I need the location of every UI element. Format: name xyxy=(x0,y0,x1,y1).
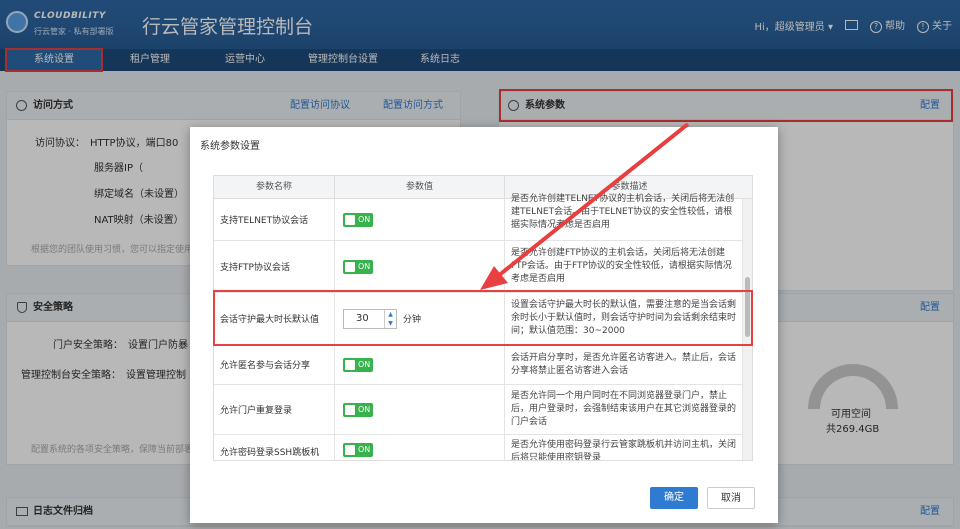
system-params-modal: 系统参数设置 参数名称 参数值 参数描述 支持TELNET协议会话 ON 是否允… xyxy=(190,127,778,523)
confirm-button[interactable]: 确定 xyxy=(650,487,698,509)
session-duration-input[interactable]: 30 ▲ ▼ xyxy=(343,308,397,329)
ftp-toggle[interactable]: ON xyxy=(343,259,373,274)
table-scrollbar[interactable] xyxy=(742,199,752,460)
cancel-button[interactable]: 取消 xyxy=(707,487,755,509)
param-name: 允许密码登录SSH跳板机 xyxy=(214,435,335,460)
repeat-login-toggle[interactable]: ON xyxy=(343,402,373,417)
telnet-toggle[interactable]: ON xyxy=(343,212,373,227)
param-value-cell: ON xyxy=(335,241,505,292)
table-row: 会话守护最大时长默认值 30 ▲ ▼ 分钟 设置会话守护最大时长的默认值，需要注意… xyxy=(214,293,742,345)
table-row: 允许门户重复登录 ON 是否允许同一个用户同时在不同浏览器登录门户，禁止后，用户… xyxy=(214,385,742,435)
param-desc: 是否允许创建TELNET协议的主机会话，关闭后将无法创建TELNET会话。由于T… xyxy=(505,194,742,240)
ssh-password-toggle[interactable]: ON xyxy=(343,443,373,457)
anon-share-toggle[interactable]: ON xyxy=(343,357,373,372)
duration-unit: 分钟 xyxy=(403,315,422,325)
table-row: 允许密码登录SSH跳板机 ON 是否允许使用密码登录行云管家跳板机并访问主机，关… xyxy=(214,435,742,461)
param-value-cell: ON xyxy=(335,199,505,240)
session-duration-value: 30 xyxy=(356,312,369,324)
param-value-cell: ON xyxy=(335,385,505,434)
param-name: 允许门户重复登录 xyxy=(214,385,335,434)
params-table: 参数名称 参数值 参数描述 支持TELNET协议会话 ON 是否允许创建TELN… xyxy=(213,175,753,461)
param-desc: 会话开启分享时，是否允许匿名访客进入。禁止后，会话分享将禁止匿名访客进入会话 xyxy=(511,352,737,376)
col-param-value: 参数值 xyxy=(335,176,505,199)
param-desc: 是否允许使用密码登录行云管家跳板机并访问主机，关闭后将只能使用密钥登录 xyxy=(511,440,737,461)
param-name: 支持TELNET协议会话 xyxy=(214,199,335,240)
param-desc: 是否允许创建FTP协议的主机会话，关闭后将无法创建FTP会话。由于FTP协议的安… xyxy=(511,248,732,284)
param-value-cell: ON xyxy=(335,435,505,460)
param-name: 会话守护最大时长默认值 xyxy=(214,293,335,344)
table-row: 支持TELNET协议会话 ON 是否允许创建TELNET协议的主机会话，关闭后将… xyxy=(214,194,742,241)
param-value-cell: 30 ▲ ▼ 分钟 xyxy=(335,293,505,344)
table-row: 支持FTP协议会话 ON 是否允许创建FTP协议的主机会话，关闭后将无法创建FT… xyxy=(214,241,742,293)
param-name: 允许匿名参与会话分享 xyxy=(214,345,335,384)
modal-title: 系统参数设置 xyxy=(200,141,260,152)
param-desc: 是否允许同一个用户同时在不同浏览器登录门户，禁止后，用户登录时，会强制结束该用户… xyxy=(511,391,737,427)
param-desc-text: 是否允许创建TELNET协议的主机会话，关闭后将无法创建TELNET会话。由于T… xyxy=(511,194,735,230)
param-value-cell: ON xyxy=(335,345,505,384)
param-name: 支持FTP协议会话 xyxy=(214,241,335,292)
scrollbar-thumb[interactable] xyxy=(745,277,750,337)
stepper-icon[interactable]: ▲ ▼ xyxy=(384,309,396,328)
col-param-name: 参数名称 xyxy=(214,176,335,199)
table-row: 允许匿名参与会话分享 ON 会话开启分享时，是否允许匿名访客进入。禁止后，会话分… xyxy=(214,345,742,385)
param-desc: 设置会话守护最大时长的默认值，需要注意的是当会话剩余时长小于默认值时，则会话守护… xyxy=(511,300,737,336)
